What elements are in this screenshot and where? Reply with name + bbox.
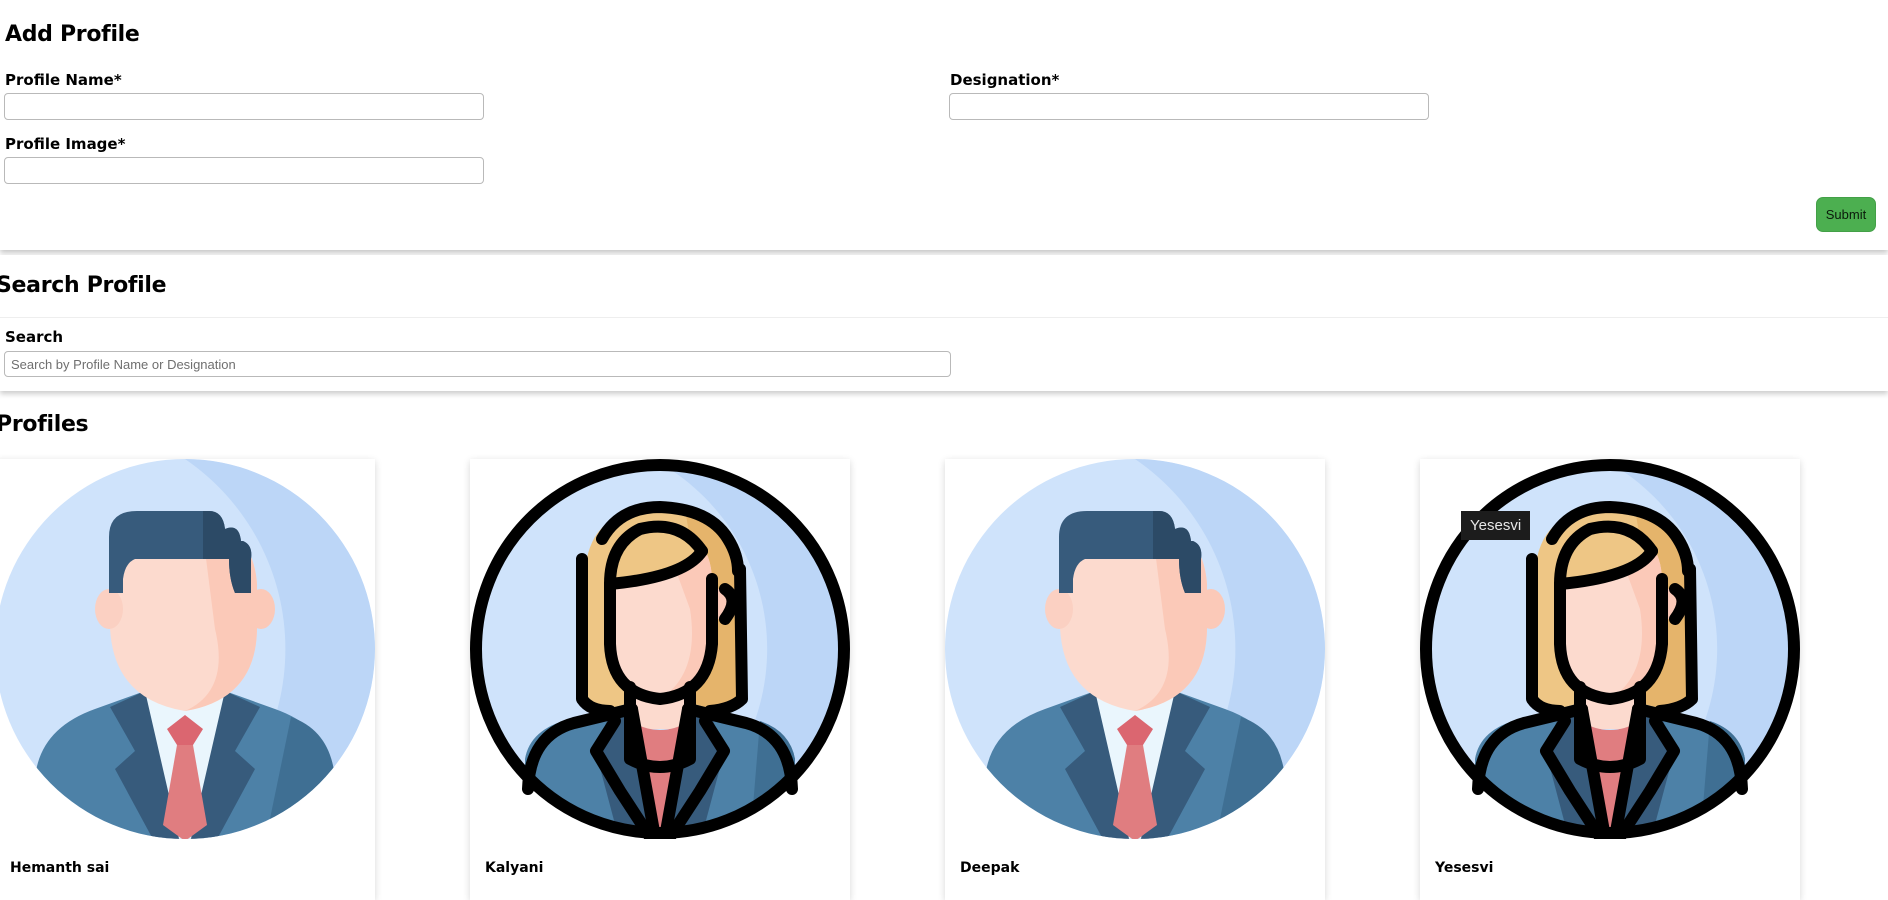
profile-name: Deepak [960, 860, 1020, 876]
female-businesswoman-avatar-icon [470, 459, 850, 839]
profiles-title: Profiles [0, 412, 89, 437]
search-label: Search [5, 328, 64, 346]
section-divider [0, 317, 1888, 318]
profile-card[interactable]: Deepak [945, 459, 1325, 900]
profile-name: Yesesvi [1435, 860, 1494, 876]
search-profile-title: Search Profile [0, 273, 167, 298]
profile-card[interactable]: Hemanth sai [0, 459, 375, 900]
search-profile-section: Search Profile Search [0, 255, 1888, 391]
profile-name-input[interactable] [4, 93, 484, 120]
add-profile-section: Add Profile Profile Name* Designation* P… [0, 0, 1888, 250]
designation-label: Designation* [950, 71, 1060, 89]
male-businessman-avatar-icon [0, 459, 375, 839]
profile-card[interactable]: Kalyani [470, 459, 850, 900]
male-businessman-avatar-icon [945, 459, 1325, 839]
designation-input[interactable] [949, 93, 1429, 120]
profile-name: Kalyani [485, 860, 544, 876]
profile-image-label: Profile Image* [5, 135, 126, 153]
submit-button[interactable]: Submit [1816, 197, 1876, 232]
name-tooltip: Yesesvi [1461, 511, 1531, 540]
profile-image-input[interactable] [4, 157, 484, 184]
profile-name-label: Profile Name* [5, 71, 122, 89]
search-input[interactable] [4, 351, 951, 377]
add-profile-title: Add Profile [5, 22, 140, 47]
profile-name: Hemanth sai [10, 860, 110, 876]
